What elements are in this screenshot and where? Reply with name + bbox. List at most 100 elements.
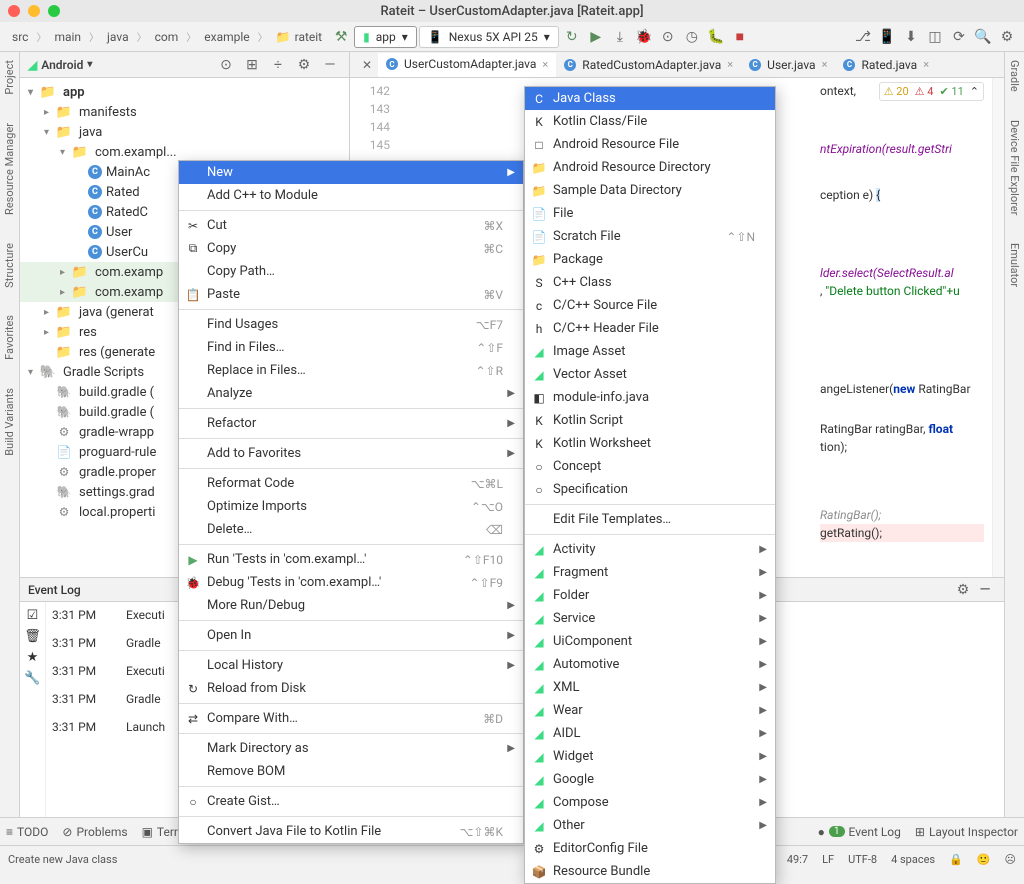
menu-item[interactable]: ↻Reload from Disk (179, 677, 523, 700)
menu-item[interactable]: ◢Google▶ (525, 768, 775, 791)
right-rail-tab[interactable]: Emulator (1008, 239, 1021, 291)
inspection-badges[interactable]: ⚠ 20 ⚠ 4 ✔ 11 ⌃ (879, 82, 984, 101)
menu-item[interactable]: Copy Path… (179, 260, 523, 283)
menu-item[interactable]: cC/C++ Source File (525, 294, 775, 317)
status-lock-icon[interactable]: 🔒 (949, 853, 963, 866)
breadcrumb-item[interactable]: example (198, 28, 255, 46)
menu-item[interactable]: Reformat Code⌥⌘L (179, 472, 523, 495)
menu-item[interactable]: 🐞Debug 'Tests in 'com.exampl…'⌃⇧F9 (179, 571, 523, 594)
menu-item[interactable]: ◢Wear▶ (525, 699, 775, 722)
project-view-selector[interactable]: ◢Android ▾ (28, 58, 92, 72)
menu-item[interactable]: Replace in Files…⌃⇧R (179, 359, 523, 382)
menu-item[interactable]: ◢Compose▶ (525, 791, 775, 814)
tree-row[interactable]: ▾📁app (20, 82, 349, 102)
menu-item[interactable]: 📁Android Resource Directory (525, 156, 775, 179)
menu-item[interactable]: Open In▶ (179, 624, 523, 647)
left-rail-tab[interactable]: Resource Manager (3, 119, 16, 219)
tree-row[interactable]: ▸📁manifests (20, 102, 349, 122)
event-log-star-icon[interactable]: ★ (27, 650, 39, 665)
maximize-window-button[interactable] (48, 5, 60, 17)
sync-icon[interactable]: ⟳ (948, 26, 970, 48)
bottom-tab[interactable]: ⊞Layout Inspector (915, 825, 1018, 839)
menu-item[interactable]: KKotlin Class/File (525, 110, 775, 133)
menu-item[interactable]: ◢Fragment▶ (525, 561, 775, 584)
select-opened-icon[interactable]: ⊙ (215, 54, 237, 76)
bottom-tab[interactable]: ≡TODO (6, 825, 48, 839)
left-rail-tab[interactable]: Favorites (3, 311, 16, 364)
menu-item[interactable]: Find in Files…⌃⇧F (179, 336, 523, 359)
breadcrumb-item[interactable]: 📁 rateit (270, 28, 328, 46)
bottom-tab[interactable]: ●1 Event Log (818, 825, 901, 839)
menu-item[interactable]: ✂Cut⌘X (179, 214, 523, 237)
menu-item[interactable]: Refactor▶ (179, 412, 523, 435)
device-selector[interactable]: 📱Nexus 5X API 25▾ (419, 26, 559, 48)
menu-item[interactable]: ◢Other▶ (525, 814, 775, 837)
menu-item[interactable]: 📄File (525, 202, 775, 225)
menu-item[interactable]: KKotlin Script (525, 409, 775, 432)
editor-tab[interactable]: CUser.java× (741, 53, 835, 77)
left-rail-tab[interactable]: Build Variants (3, 384, 16, 460)
event-log-clear-icon[interactable]: 🗑 (24, 629, 41, 644)
status-face-happy-icon[interactable]: 🙂 (977, 853, 991, 866)
right-rail-tab[interactable]: Device File Explorer (1008, 116, 1021, 219)
status-charset[interactable]: UTF-8 (848, 853, 877, 866)
menu-item[interactable]: Remove BOM (179, 760, 523, 783)
menu-item[interactable]: Add C++ to Module (179, 184, 523, 207)
menu-item[interactable]: SC++ Class (525, 271, 775, 294)
event-log-wrench-icon[interactable]: 🔧 (24, 671, 40, 686)
menu-item[interactable]: 📄Scratch File⌃⇧N (525, 225, 775, 248)
stop-icon[interactable]: ■ (729, 26, 751, 48)
editor-tab[interactable]: CRated.java× (835, 53, 937, 77)
left-rail-tab[interactable]: Structure (3, 239, 16, 292)
minimize-window-button[interactable] (28, 5, 40, 17)
menu-item[interactable]: Analyze▶ (179, 382, 523, 405)
menu-item[interactable]: ◢Service▶ (525, 607, 775, 630)
menu-item[interactable]: More Run/Debug▶ (179, 594, 523, 617)
editor-tab[interactable]: CUserCustomAdapter.java× (378, 53, 556, 77)
event-log-hide-icon[interactable]: — (974, 579, 996, 601)
assistant-icon[interactable]: ◫ (924, 26, 946, 48)
menu-item[interactable]: ◢Activity▶ (525, 538, 775, 561)
apply-icon[interactable]: ⤓ (609, 26, 631, 48)
run-icon[interactable]: ▶ (585, 26, 607, 48)
menu-item[interactable]: ◢Automotive▶ (525, 653, 775, 676)
breadcrumb-item[interactable]: java (101, 28, 135, 46)
left-rail-tab[interactable]: Project (3, 56, 16, 99)
menu-item[interactable]: ◢AIDL▶ (525, 722, 775, 745)
menu-item[interactable]: Delete…⌫ (179, 518, 523, 541)
debug-icon[interactable]: 🐞 (633, 26, 655, 48)
settings-icon[interactable]: ⚙ (996, 26, 1018, 48)
menu-item[interactable]: □Android Resource File (525, 133, 775, 156)
menu-item[interactable]: Convert Java File to Kotlin File⌥⇧⌘K (179, 820, 523, 843)
attach-icon[interactable]: 🐛 (705, 26, 727, 48)
tree-row[interactable]: ▾📁java (20, 122, 349, 142)
bottom-tab[interactable]: ⊘Problems (62, 825, 127, 839)
menu-item[interactable]: ◢XML▶ (525, 676, 775, 699)
menu-item[interactable]: Edit File Templates… (525, 508, 775, 531)
editor-tab[interactable]: CRatedCustomAdapter.java× (556, 53, 741, 77)
menu-item[interactable]: ▶Run 'Tests in 'com.exampl…'⌃⇧F10 (179, 548, 523, 571)
close-window-button[interactable] (8, 5, 20, 17)
menu-item[interactable]: ○Specification (525, 478, 775, 501)
menu-item[interactable]: CJava Class (525, 87, 775, 110)
status-position[interactable]: 49:7 (787, 853, 808, 866)
menu-item[interactable]: Local History▶ (179, 654, 523, 677)
menu-item[interactable]: Add to Favorites▶ (179, 442, 523, 465)
panel-hide-icon[interactable]: — (319, 54, 341, 76)
avd-icon[interactable]: 📱 (876, 26, 898, 48)
menu-item[interactable]: 📁Sample Data Directory (525, 179, 775, 202)
status-line-ending[interactable]: LF (822, 853, 834, 866)
run-config-selector[interactable]: ▮app▾ (354, 26, 417, 48)
menu-item[interactable]: ◢Image Asset (525, 340, 775, 363)
menu-item[interactable]: ⧉Copy⌘C (179, 237, 523, 260)
menu-item[interactable]: ◢Folder▶ (525, 584, 775, 607)
breadcrumb-item[interactable]: com (149, 28, 185, 46)
menu-item[interactable]: ⇄Compare With…⌘D (179, 707, 523, 730)
menu-item[interactable]: 📋Paste⌘V (179, 283, 523, 306)
expand-icon[interactable]: ⊞ (241, 54, 263, 76)
tree-row[interactable]: ▾📁com.exampl... (20, 142, 349, 162)
search-icon[interactable]: 🔍 (972, 26, 994, 48)
menu-item[interactable]: Optimize Imports⌃⌥O (179, 495, 523, 518)
event-log-filter-icon[interactable]: ☑ (27, 608, 39, 623)
git-icon[interactable]: ⎇ (852, 26, 874, 48)
